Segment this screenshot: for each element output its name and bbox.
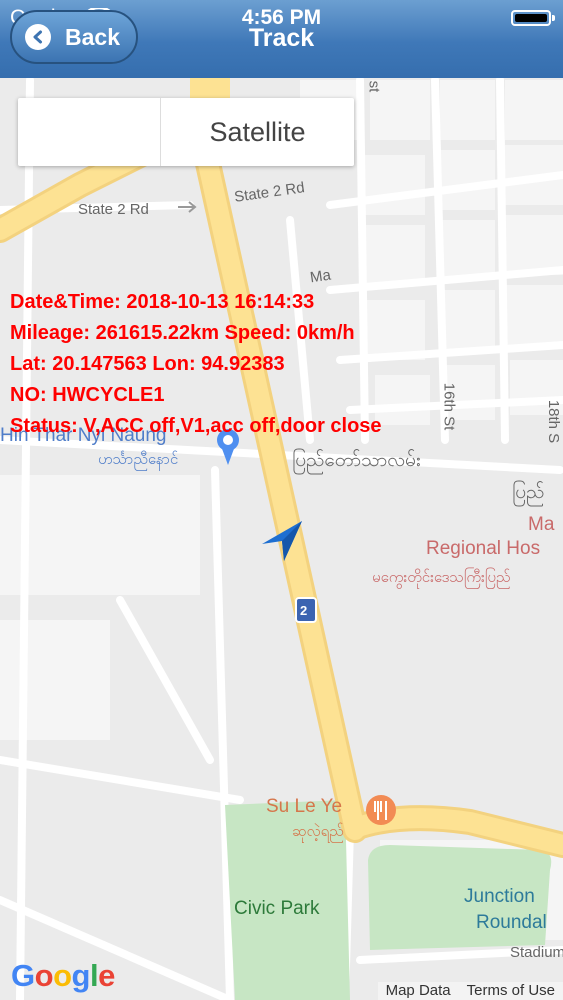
- nav-header: Carrier 4:56 PM Back Track: [0, 0, 563, 78]
- poi-label: Ma: [528, 514, 555, 535]
- street-label: 16th St: [440, 382, 458, 431]
- poi-label: Su Le Ye: [266, 796, 343, 817]
- map-type-control: Satellite: [18, 98, 354, 166]
- street-label: 18th S: [545, 399, 563, 444]
- map-view[interactable]: State 2 Rd State 2 Rd st 16th St 18th S …: [0, 78, 563, 1000]
- poi-label: Junction: [464, 886, 535, 907]
- page-title: Track: [248, 24, 315, 52]
- poi-label: Regional Hos: [426, 538, 541, 559]
- info-status: Status: V,ACC off,V1,acc off,door close: [10, 415, 382, 437]
- map-type-satellite-button[interactable]: Satellite: [161, 98, 354, 166]
- map-footer: Map Data Terms of Use: [377, 982, 563, 1000]
- poi-label: ဟင်္သာညီနောင်: [98, 451, 179, 468]
- poi-label: ဆုလဲ့ရည်: [292, 823, 344, 840]
- vehicle-info-panel: Date&Time: 2018-10-13 16:14:33 Mileage: …: [10, 287, 382, 442]
- street-label: State 2 Rd: [78, 201, 149, 218]
- street-label: ပြည်: [512, 482, 545, 503]
- info-lat-lon: Lat: 20.147563 Lon: 94.92383: [10, 353, 285, 375]
- vehicle-arrow-icon[interactable]: [260, 518, 306, 564]
- info-datetime: Date&Time: 2018-10-13 16:14:33: [10, 291, 315, 313]
- poi-label: Roundal: [476, 912, 547, 933]
- poi-label: မကွေးတိုင်းဒေသကြီးပြည်: [372, 569, 511, 586]
- route-shield-label: 2: [300, 603, 308, 618]
- map-data-link[interactable]: Map Data: [378, 982, 459, 1000]
- google-logo: Google: [11, 958, 115, 993]
- info-number: NO: HWCYCLE1: [10, 384, 165, 406]
- map-type-map-button[interactable]: [18, 98, 161, 166]
- terms-of-use-link[interactable]: Terms of Use: [459, 982, 563, 1000]
- info-mileage-speed: Mileage: 261615.22km Speed: 0km/h: [10, 322, 355, 344]
- poi-label: Civic Park: [234, 898, 320, 919]
- poi-label: Stadium: [510, 944, 563, 961]
- street-label: ပြည်တော်သာလမ်း: [292, 450, 421, 471]
- street-label: st: [365, 80, 383, 93]
- street-label: Ma: [308, 266, 332, 287]
